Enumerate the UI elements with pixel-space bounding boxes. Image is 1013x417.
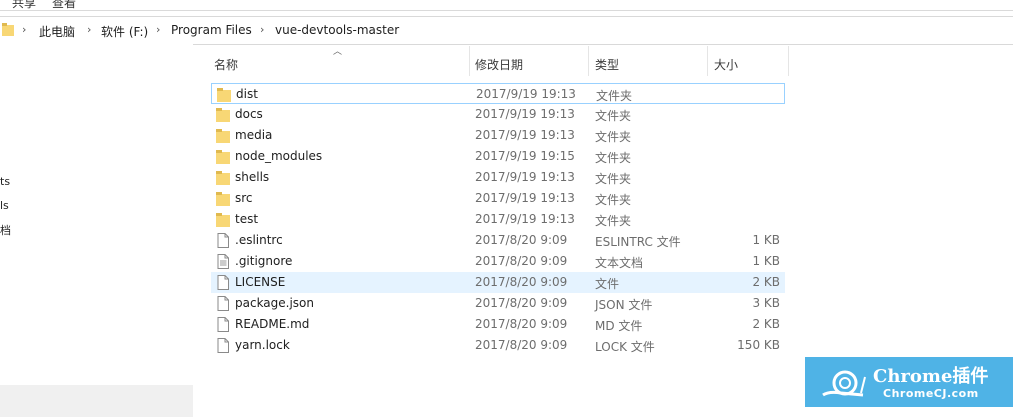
breadcrumb-current-folder[interactable]: vue-devtools-master <box>275 23 399 37</box>
file-row[interactable]: shells 2017/9/19 19:13 文件夹 <box>211 167 785 188</box>
file-type: ESLINTRC 文件 <box>595 235 681 249</box>
file-name: src <box>235 191 253 205</box>
chevron-right-icon[interactable]: › <box>156 23 160 36</box>
file-type: 文件夹 <box>596 89 633 103</box>
watermark-title: Chrome插件 <box>873 366 989 387</box>
file-size: 1 KB <box>752 233 780 247</box>
file-size: 1 KB <box>752 254 780 268</box>
file-row[interactable]: node_modules 2017/9/19 19:15 文件夹 <box>211 146 785 167</box>
file-type: 文件夹 <box>595 214 632 228</box>
file-icon <box>216 338 230 353</box>
file-type: 文件夹 <box>595 151 632 165</box>
file-name: .eslintrc <box>235 233 283 247</box>
file-size: 2 KB <box>752 275 780 289</box>
file-modified-date: 2017/9/19 19:13 <box>475 170 575 184</box>
file-size: 150 KB <box>737 338 780 352</box>
column-header-size[interactable]: 大小 <box>708 46 788 76</box>
menu-bar: 共享 查看 <box>0 0 1013 10</box>
file-modified-date: 2017/9/19 19:13 <box>475 191 575 205</box>
file-row[interactable]: src 2017/9/19 19:13 文件夹 <box>211 188 785 209</box>
file-row[interactable]: README.md 2017/8/20 9:09 MD 文件 2 KB <box>211 314 785 335</box>
file-type: 文件夹 <box>595 172 632 186</box>
file-type: 文件 <box>595 277 620 291</box>
file-name: media <box>235 128 273 142</box>
file-size: 3 KB <box>752 296 780 310</box>
file-modified-date: 2017/9/19 19:15 <box>475 149 575 163</box>
file-name: dist <box>236 87 258 101</box>
file-type: MD 文件 <box>595 319 643 333</box>
breadcrumb-program-files[interactable]: Program Files <box>171 23 252 37</box>
file-name: .gitignore <box>235 254 293 268</box>
file-size: 2 KB <box>752 317 780 331</box>
chevron-right-icon[interactable]: › <box>260 23 264 36</box>
file-modified-date: 2017/8/20 9:09 <box>475 338 568 352</box>
navigation-pane[interactable]: ts ls 档 <box>0 44 193 417</box>
ribbon-divider <box>0 10 1013 11</box>
folder-icon <box>216 212 230 227</box>
file-row[interactable]: yarn.lock 2017/8/20 9:09 LOCK 文件 150 KB <box>211 335 785 356</box>
file-type: 文件夹 <box>595 130 632 144</box>
file-modified-date: 2017/9/19 19:13 <box>475 212 575 226</box>
folder-icon <box>216 128 230 143</box>
file-name: node_modules <box>235 149 323 163</box>
file-type: JSON 文件 <box>595 298 653 312</box>
file-modified-date: 2017/9/19 19:13 <box>476 87 576 101</box>
file-row[interactable]: .gitignore 2017/8/20 9:09 文本文档 1 KB <box>211 251 785 272</box>
chevron-right-icon[interactable]: › <box>87 23 91 36</box>
chevron-right-icon[interactable]: › <box>22 23 26 36</box>
file-type: 文件夹 <box>595 193 632 207</box>
file-row[interactable]: dist 2017/9/19 19:13 文件夹 <box>211 83 785 104</box>
file-modified-date: 2017/9/19 19:13 <box>475 128 575 142</box>
file-modified-date: 2017/8/20 9:09 <box>475 275 568 289</box>
file-modified-date: 2017/8/20 9:09 <box>475 296 568 310</box>
column-header-date[interactable]: 修改日期 <box>470 46 588 76</box>
file-name: yarn.lock <box>235 338 290 352</box>
navigation-pane-footer <box>0 385 193 417</box>
column-header-type[interactable]: 类型 <box>589 46 707 76</box>
file-name: README.md <box>235 317 310 331</box>
file-row[interactable]: .eslintrc 2017/8/20 9:09 ESLINTRC 文件 1 KB <box>211 230 785 251</box>
file-row[interactable]: LICENSE 2017/8/20 9:09 文件 2 KB <box>211 272 785 293</box>
nav-item-fragment[interactable]: ts <box>0 175 10 188</box>
file-icon <box>216 275 230 290</box>
column-divider[interactable] <box>788 46 789 76</box>
folder-icon <box>216 149 230 164</box>
file-row[interactable]: package.json 2017/8/20 9:09 JSON 文件 3 KB <box>211 293 785 314</box>
file-row[interactable]: media 2017/9/19 19:13 文件夹 <box>211 125 785 146</box>
watermark-subtitle: ChromeCJ.com <box>883 387 979 400</box>
file-row[interactable]: test 2017/9/19 19:13 文件夹 <box>211 209 785 230</box>
file-name: docs <box>235 107 263 121</box>
file-row[interactable]: docs 2017/9/19 19:13 文件夹 <box>211 104 785 125</box>
file-type: 文本文档 <box>595 256 644 270</box>
nav-item-fragment[interactable]: ls <box>0 199 9 212</box>
snail-icon <box>822 370 866 397</box>
folder-icon <box>2 23 14 36</box>
file-icon <box>216 296 230 311</box>
breadcrumb-drive[interactable]: 软件 (F:) <box>101 23 148 40</box>
file-name: package.json <box>235 296 315 310</box>
file-name: shells <box>235 170 270 184</box>
file-type: 文件夹 <box>595 109 632 123</box>
folder-icon <box>216 191 230 206</box>
folder-icon <box>217 87 231 102</box>
file-modified-date: 2017/9/19 19:13 <box>475 107 575 121</box>
folder-icon <box>216 170 230 185</box>
file-modified-date: 2017/8/20 9:09 <box>475 233 568 247</box>
folder-icon <box>216 107 230 122</box>
nav-item-fragment[interactable]: 档 <box>0 222 11 238</box>
file-modified-date: 2017/8/20 9:09 <box>475 317 568 331</box>
file-icon <box>216 233 230 248</box>
breadcrumb-this-pc[interactable]: 此电脑 <box>39 23 75 40</box>
file-modified-date: 2017/8/20 9:09 <box>475 254 568 268</box>
file-name: LICENSE <box>235 275 286 289</box>
watermark-logo: Chrome插件 ChromeCJ.com <box>805 357 1013 407</box>
text-file-icon <box>216 254 230 269</box>
file-name: test <box>235 212 259 226</box>
column-header-name[interactable]: 名称 <box>207 46 469 76</box>
address-bar[interactable]: › 此电脑 › 软件 (F:) › Program Files › vue-de… <box>0 16 1013 45</box>
file-type: LOCK 文件 <box>595 340 655 354</box>
file-icon <box>216 317 230 332</box>
